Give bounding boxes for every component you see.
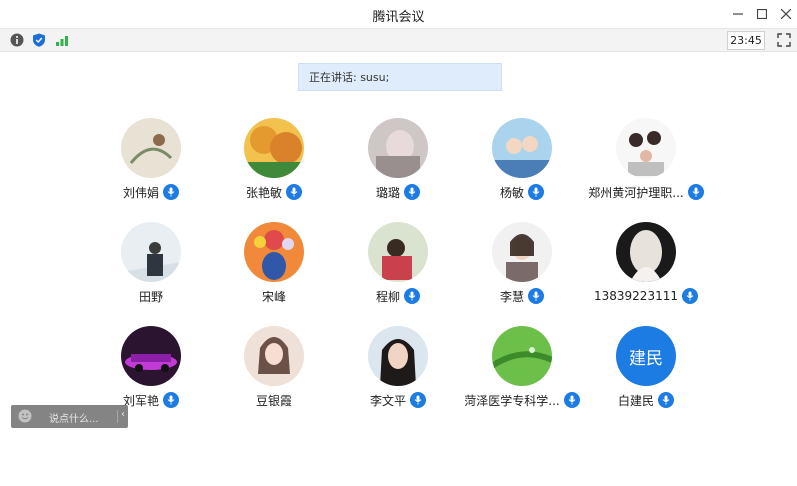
avatar: 建民 bbox=[616, 326, 676, 386]
avatar bbox=[492, 118, 552, 178]
avatar bbox=[244, 118, 304, 178]
emoji-icon[interactable] bbox=[18, 409, 32, 423]
chat-divider bbox=[117, 410, 118, 423]
info-button[interactable] bbox=[9, 32, 25, 48]
participant-name-row: 郑州黄河护理职... bbox=[571, 182, 721, 202]
meeting-timer: 23:45 bbox=[727, 31, 765, 50]
fullscreen-button[interactable] bbox=[776, 32, 792, 48]
participant-name-row: 13839223111 bbox=[571, 286, 721, 306]
participant-name: 宋峰 bbox=[261, 289, 286, 304]
participant-tile[interactable]: 13839223111 bbox=[571, 222, 721, 322]
security-button[interactable] bbox=[31, 32, 47, 48]
avatar bbox=[492, 222, 552, 282]
avatar bbox=[368, 326, 428, 386]
shield-icon bbox=[33, 33, 45, 47]
meeting-toolbar: 23:45 bbox=[0, 29, 797, 52]
participant-name: 刘军艳 bbox=[122, 393, 159, 408]
microphone-icon[interactable] bbox=[528, 184, 544, 200]
microphone-icon[interactable] bbox=[528, 288, 544, 304]
avatar bbox=[121, 222, 181, 282]
maximize-button[interactable] bbox=[751, 4, 773, 24]
microphone-icon[interactable] bbox=[681, 288, 698, 304]
participant-name: 璐璐 bbox=[375, 185, 400, 200]
participant-name: 程柳 bbox=[375, 289, 400, 304]
participant-name: 刘伟娟 bbox=[122, 185, 159, 200]
participant-name: 白建民 bbox=[617, 393, 654, 408]
microphone-icon[interactable] bbox=[163, 184, 179, 200]
avatar bbox=[492, 326, 552, 386]
microphone-icon[interactable] bbox=[286, 184, 302, 200]
participant-name: 李慧 bbox=[499, 289, 524, 304]
avatar bbox=[244, 222, 304, 282]
fullscreen-icon bbox=[777, 33, 791, 47]
avatar bbox=[244, 326, 304, 386]
signal-button[interactable] bbox=[54, 32, 70, 48]
collapse-chat-icon[interactable]: ‹ bbox=[121, 409, 125, 420]
minimize-button[interactable] bbox=[727, 4, 749, 24]
microphone-icon[interactable] bbox=[163, 392, 179, 408]
participant-tile[interactable]: 郑州黄河护理职... bbox=[571, 118, 721, 218]
participant-name: 张艳敏 bbox=[245, 185, 282, 200]
avatar bbox=[121, 326, 181, 386]
title-bar: 腾讯会议 bbox=[0, 0, 797, 29]
avatar bbox=[616, 222, 676, 282]
avatar bbox=[368, 118, 428, 178]
participant-name: 田野 bbox=[138, 289, 163, 304]
participant-tile[interactable]: 建民白建民 bbox=[571, 326, 721, 426]
chat-input[interactable]: 说点什么... ‹ bbox=[11, 405, 128, 428]
microphone-icon[interactable] bbox=[410, 392, 426, 408]
participant-name: 李文平 bbox=[369, 393, 406, 408]
chat-placeholder: 说点什么... bbox=[49, 414, 99, 425]
microphone-icon[interactable] bbox=[404, 184, 420, 200]
minimize-icon bbox=[733, 13, 743, 15]
avatar bbox=[368, 222, 428, 282]
participant-name-row: 白建民 bbox=[571, 390, 721, 410]
info-icon bbox=[10, 33, 24, 47]
speaking-banner: 正在讲话: susu; bbox=[298, 63, 502, 91]
maximize-icon bbox=[757, 9, 767, 19]
participant-name: 杨敏 bbox=[499, 185, 524, 200]
participant-name: 菏泽医学专科学... bbox=[464, 393, 560, 408]
avatar-initials: 建民 bbox=[629, 348, 663, 369]
signal-strength-icon bbox=[56, 36, 68, 46]
participant-name: 郑州黄河护理职... bbox=[588, 185, 684, 200]
avatar bbox=[121, 118, 181, 178]
participant-name: 13839223111 bbox=[594, 289, 678, 303]
window-title: 腾讯会议 bbox=[372, 10, 425, 25]
close-button[interactable] bbox=[775, 4, 797, 24]
microphone-icon[interactable] bbox=[687, 184, 704, 200]
close-icon bbox=[781, 9, 791, 19]
avatar bbox=[616, 118, 676, 178]
microphone-icon[interactable] bbox=[404, 288, 420, 304]
microphone-icon[interactable] bbox=[658, 392, 674, 408]
participant-name: 豆银霞 bbox=[255, 393, 292, 408]
